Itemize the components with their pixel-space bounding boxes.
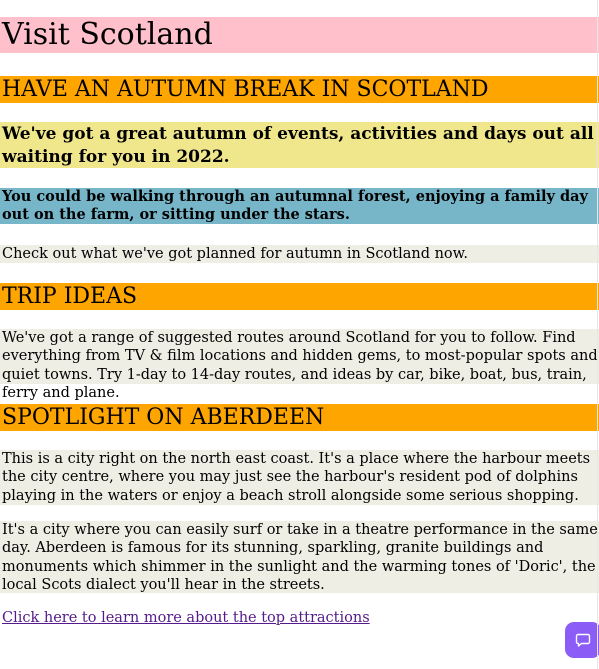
autumn-cta-text: Check out what we've got planned for aut… xyxy=(0,245,599,263)
page-edge-divider xyxy=(597,0,598,669)
learn-more-container: Click here to learn more about the top a… xyxy=(0,609,599,628)
page-title: Visit Scotland xyxy=(0,17,599,53)
chat-button[interactable] xyxy=(565,622,599,658)
learn-more-link[interactable]: Click here to learn more about the top a… xyxy=(2,610,370,626)
trip-ideas-body: We've got a range of suggested routes ar… xyxy=(0,329,599,401)
trip-ideas-heading: TRIP IDEAS xyxy=(0,283,599,310)
autumn-description: You could be walking through an autumnal… xyxy=(0,188,599,224)
autumn-subheading: We've got a great autumn of events, acti… xyxy=(0,122,599,168)
spotlight-heading: SPOTLIGHT ON ABERDEEN xyxy=(0,404,599,431)
spotlight-paragraph-2: It's a city where you can easily surf or… xyxy=(0,521,599,593)
chat-bubble-icon xyxy=(575,633,591,647)
autumn-heading: HAVE AN AUTUMN BREAK IN SCOTLAND xyxy=(0,76,599,103)
spotlight-paragraph-1: This is a city right on the north east c… xyxy=(0,450,599,505)
